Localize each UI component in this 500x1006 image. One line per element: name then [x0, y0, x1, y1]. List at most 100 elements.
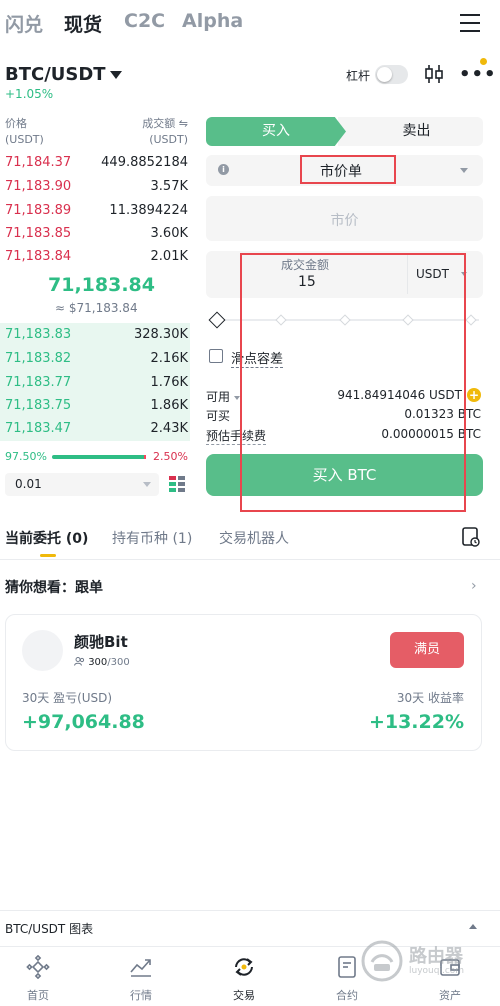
divider [0, 559, 500, 560]
last-price-usd: ≈ $71,183.84 [55, 301, 138, 315]
nav-home[interactable]: 首页 [0, 947, 88, 1006]
slider-tick[interactable] [275, 314, 287, 326]
bid-row[interactable]: 71,183.83 328.30K [0, 323, 190, 347]
bid-row[interactable]: 71,183.75 1.86K [0, 394, 190, 418]
fee-value: 0.00000015 BTC [381, 427, 481, 441]
full-button[interactable]: 满员 [390, 632, 464, 668]
ask-row[interactable]: 71,183.90 3.57K [0, 175, 190, 199]
bid-amount: 328.30K [133, 327, 188, 342]
tab-alpha[interactable]: Alpha [182, 10, 243, 32]
chevron-down-icon [234, 395, 241, 400]
ask-price: 71,184.37 [5, 155, 72, 170]
sell-ratio-fill [143, 455, 146, 459]
unit-select[interactable]: USDT [416, 267, 449, 281]
available-label-text: 可用 [206, 390, 231, 404]
nav-markets[interactable]: 行情 [91, 947, 191, 1006]
slider-tick[interactable] [402, 314, 414, 326]
buy-tab[interactable]: 买入 [206, 117, 346, 146]
members-total: /300 [107, 657, 130, 668]
buy-btc-button[interactable]: 买入 BTC [206, 454, 483, 496]
ask-amount: 449.8852184 [101, 155, 188, 170]
amount-slider[interactable] [208, 311, 481, 329]
buy-sell-ratio-bar [52, 455, 146, 459]
slider-thumb[interactable] [208, 311, 226, 329]
nav-assets-label: 资产 [439, 989, 461, 1002]
ask-amount: 11.3894224 [109, 203, 188, 218]
bid-price: 71,183.77 [5, 375, 72, 390]
slider-tick[interactable] [465, 314, 477, 326]
notification-dot [480, 58, 487, 65]
ask-price: 71,183.84 [5, 249, 72, 264]
tab-trading-bots[interactable]: 交易机器人 [219, 528, 289, 548]
pair-symbol: BTC/USDT [5, 64, 106, 85]
tab-spot[interactable]: 现货 [64, 10, 102, 37]
bid-row[interactable]: 71,183.77 1.76K [0, 371, 190, 395]
bid-price: 71,183.47 [5, 421, 72, 436]
users-icon [74, 657, 85, 666]
ask-row[interactable]: 71,183.85 3.60K [0, 222, 190, 246]
menu-icon[interactable] [460, 14, 480, 32]
chevron-right-icon[interactable]: › [471, 578, 477, 594]
price-header-unit: (USDT) [5, 133, 44, 146]
tab-convert[interactable]: 闪兑 [5, 10, 43, 37]
bid-price: 71,183.75 [5, 398, 72, 413]
top-navigation: 闪兑 现货 C2C Alpha [0, 0, 500, 48]
roi-value: +13.22% [368, 711, 464, 733]
bid-row[interactable]: 71,183.47 2.43K [0, 417, 190, 441]
ask-row[interactable]: 71,183.89 11.3894224 [0, 199, 190, 223]
fee-label[interactable]: 预估手续费 [206, 427, 267, 445]
leverage-label: 杠杆 [346, 69, 371, 83]
amount-header-unit: (USDT) [149, 133, 188, 146]
nav-trade[interactable]: 交易 [194, 947, 294, 1006]
ask-row[interactable]: 71,184.37 449.8852184 [0, 151, 190, 175]
members-current: 300 [88, 657, 108, 668]
chevron-up-icon[interactable] [469, 924, 477, 929]
leverage-toggle[interactable] [375, 65, 408, 84]
slippage-label[interactable]: 滑点容差 [231, 348, 284, 368]
markets-chart-icon [130, 959, 151, 977]
tab-c2c[interactable]: C2C [124, 10, 165, 32]
pair-selector[interactable]: BTC/USDT [5, 64, 122, 85]
tab-holdings[interactable]: 持有币种 (1) [112, 528, 192, 548]
more-options-icon[interactable]: ••• [459, 64, 496, 85]
nav-markets-label: 行情 [130, 989, 152, 1002]
deposit-plus-icon[interactable]: + [467, 388, 481, 402]
bid-amount: 1.76K [150, 375, 188, 390]
nav-trade-label: 交易 [233, 989, 255, 1002]
price-placeholder: 市价 [330, 213, 359, 229]
buy-sell-tabs: 卖出 买入 [206, 117, 483, 146]
chart-label: BTC/USDT 图表 [5, 922, 94, 936]
trade-swap-icon [235, 958, 253, 976]
can-buy-value: 0.01323 BTC [404, 407, 481, 421]
candlestick-chart-icon[interactable] [423, 64, 445, 84]
orderbook-layout-icon[interactable] [168, 475, 186, 493]
order-history-icon[interactable] [462, 527, 480, 547]
info-icon[interactable]: i [218, 164, 229, 175]
bid-row[interactable]: 71,183.82 2.16K [0, 347, 190, 371]
ask-row[interactable]: 71,183.84 2.01K [0, 245, 190, 269]
bid-price: 71,183.83 [5, 327, 72, 342]
divider [407, 255, 408, 294]
members-count: 300/300 [74, 657, 130, 668]
nav-home-label: 首页 [27, 989, 49, 1002]
slippage-checkbox[interactable] [209, 349, 223, 363]
pnl-value: +97,064.88 [22, 711, 145, 733]
ask-amount: 3.60K [150, 226, 188, 241]
tab-open-orders[interactable]: 当前委托 (0) [5, 528, 88, 548]
chevron-down-icon [461, 272, 467, 276]
bid-amount: 1.86K [150, 398, 188, 413]
sell-tab[interactable]: 卖出 [338, 117, 483, 146]
watermark-title: 路由器 [409, 946, 463, 967]
bid-amount: 2.16K [150, 351, 188, 366]
amount-header[interactable]: 成交额 ⇋ (USDT) [142, 116, 188, 148]
last-price[interactable]: 71,183.84 [48, 274, 155, 296]
chevron-down-icon [109, 71, 122, 79]
amount-header-label: 成交额 ⇋ [142, 117, 188, 130]
home-logo-icon [26, 955, 50, 979]
amount-value[interactable]: 15 [298, 274, 316, 290]
roi-label: 30天 收益率 [396, 691, 464, 705]
depth-precision-select[interactable]: 0.01 [5, 473, 159, 496]
sell-ratio: 2.50% [153, 450, 188, 463]
depth-value: 0.01 [15, 477, 42, 491]
slider-tick[interactable] [339, 314, 351, 326]
